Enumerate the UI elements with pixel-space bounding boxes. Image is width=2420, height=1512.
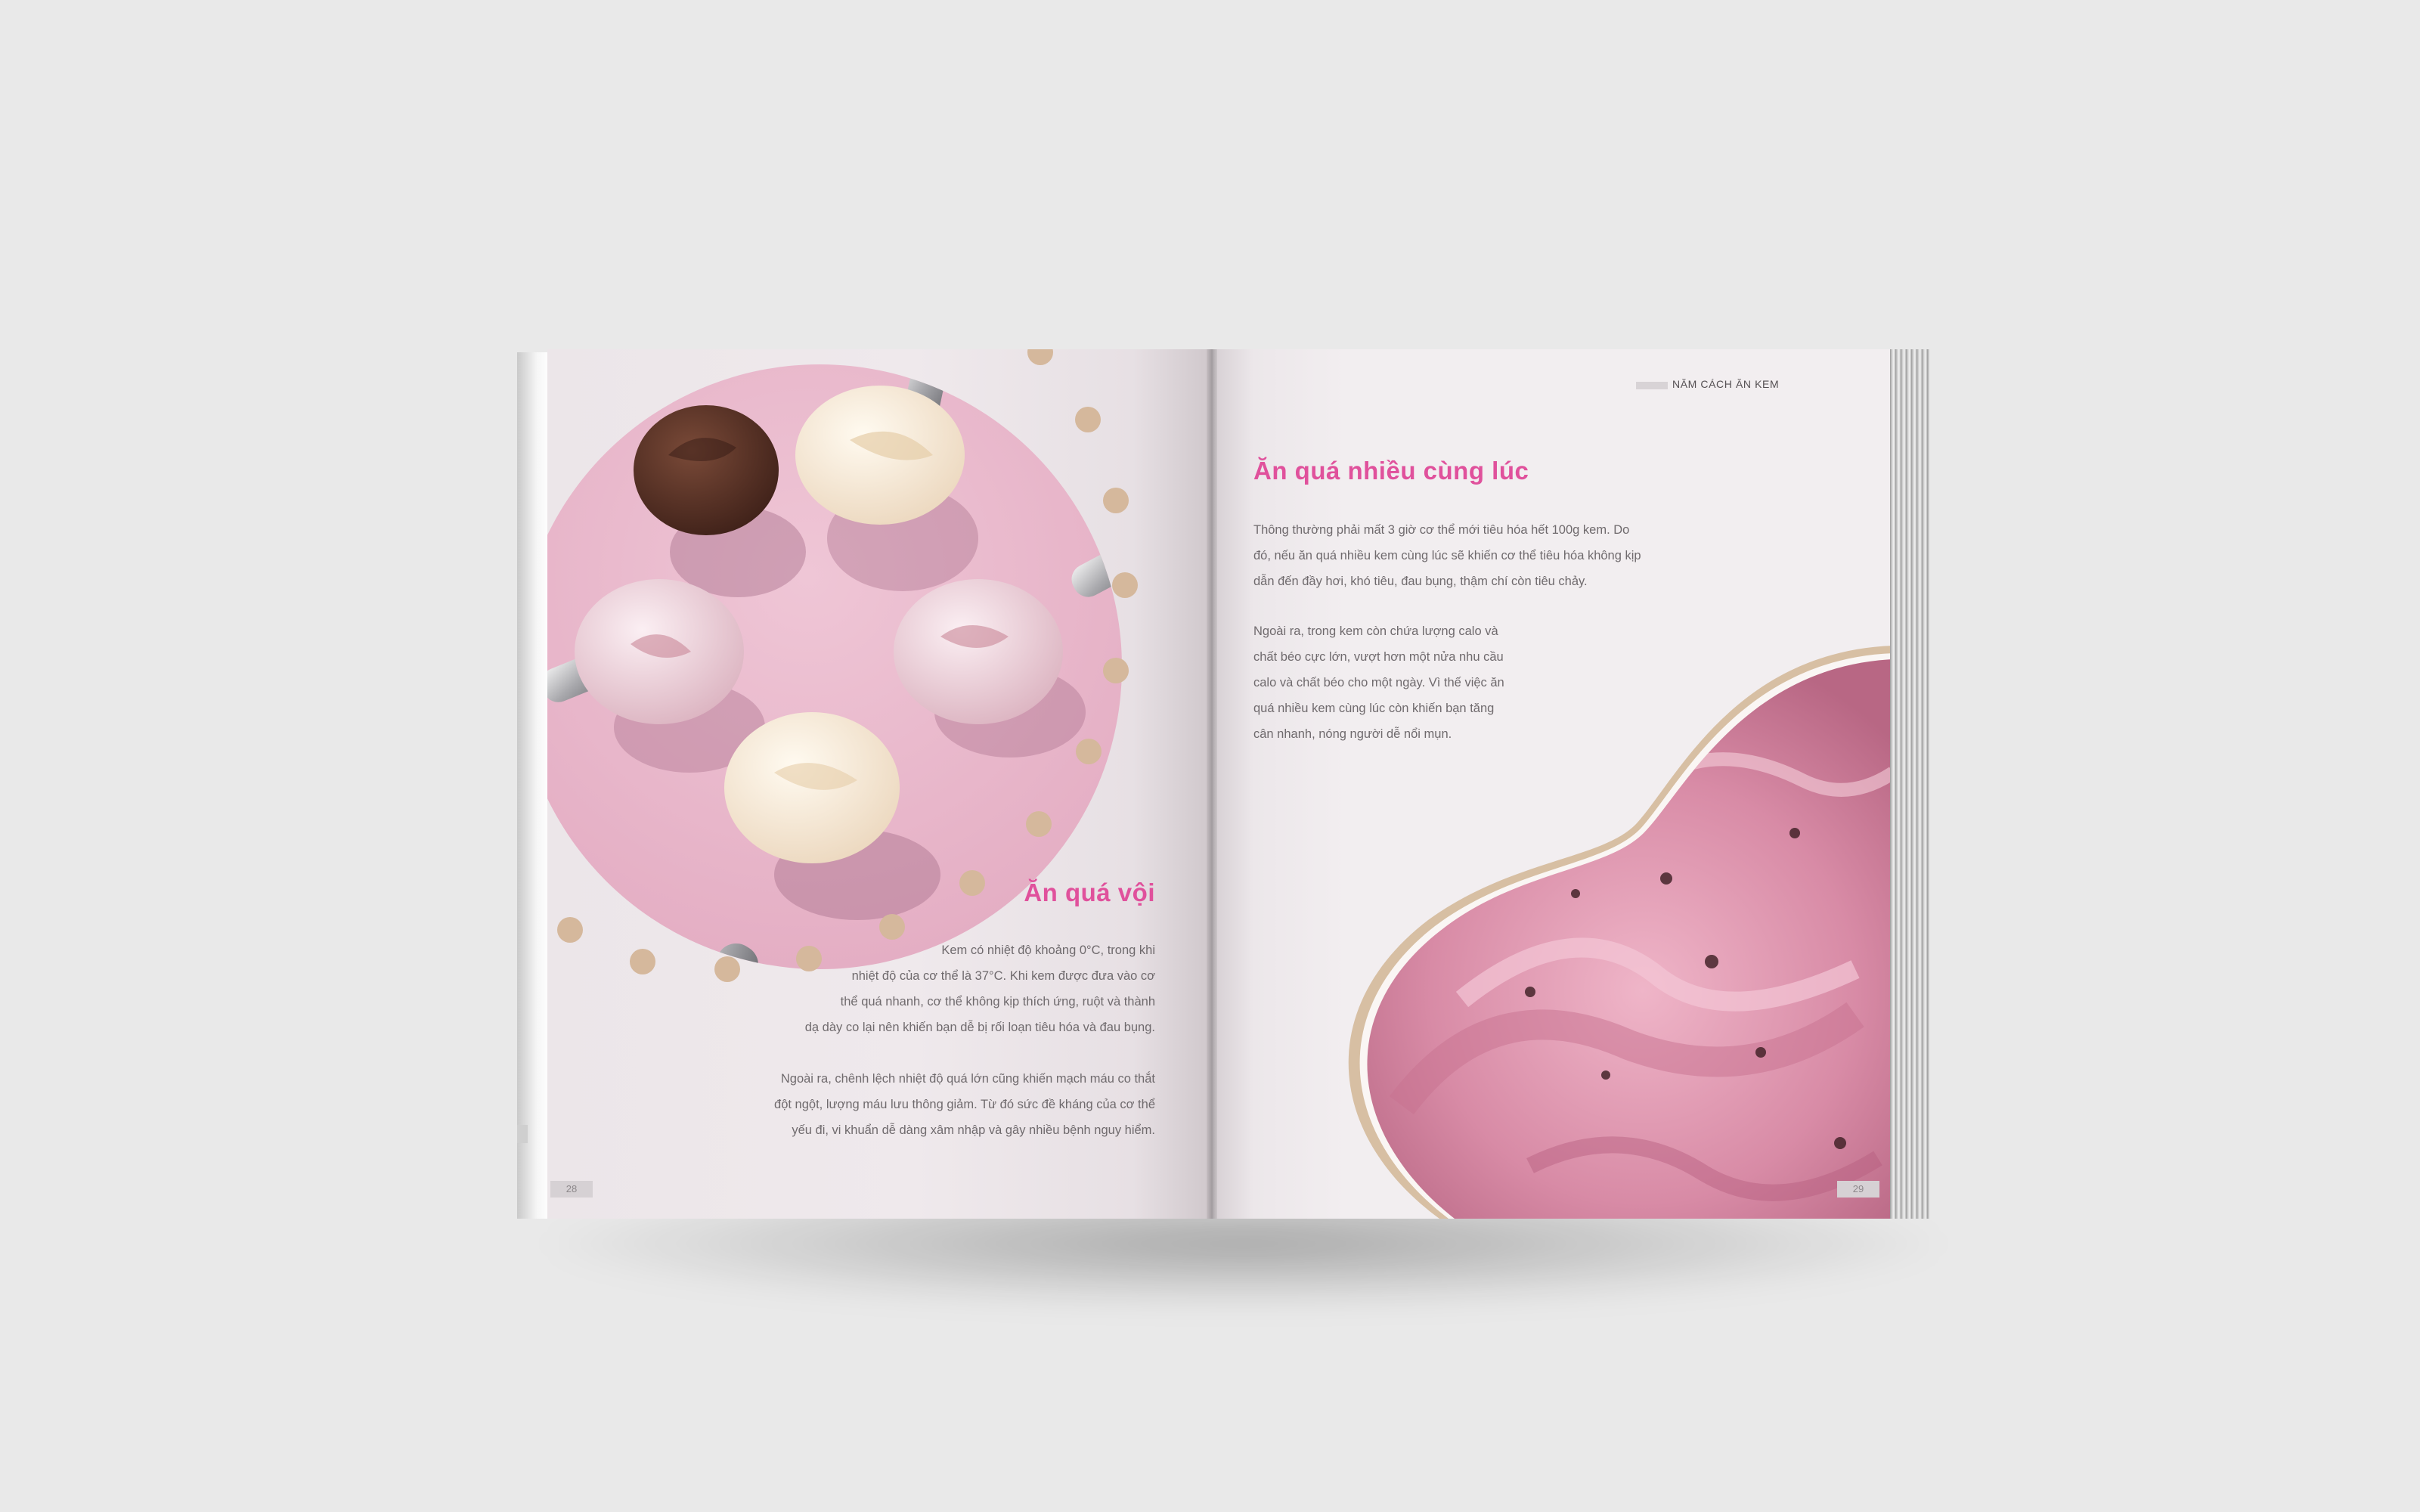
left-page-edge	[517, 352, 550, 1219]
running-header: NĂM CÁCH ĂN KEM	[1672, 378, 1780, 390]
left-page-tab	[517, 1125, 528, 1143]
left-page-title: Ăn quá vội	[1024, 878, 1155, 906]
right-page-paragraph-2: Ngoài ra, trong kem còn chứa lượng calo …	[1253, 624, 1504, 741]
left-page-number: 28	[550, 1181, 593, 1198]
open-book: Ăn quá vội Kem có nhiệt độ khoảng 0°C, t…	[517, 349, 1929, 1219]
book-gutter	[1207, 349, 1217, 1219]
right-page-title: Ăn quá nhiều cùng lúc	[1253, 457, 1529, 485]
left-page: Ăn quá vội Kem có nhiệt độ khoảng 0°C, t…	[547, 349, 1213, 1219]
right-page-paragraph-1: Thông thường phải mất 3 giờ cơ thể mới t…	[1253, 523, 1641, 588]
right-page-edge	[1890, 349, 1929, 1219]
right-page-number: 29	[1837, 1181, 1879, 1198]
left-page-paragraph-1: Kem có nhiệt độ khoảng 0°C, trong khi nh…	[804, 943, 1155, 1034]
left-page-paragraph-2: Ngoài ra, chênh lệch nhiệt độ quá lớn cũ…	[774, 1072, 1155, 1137]
running-header-bar	[1636, 382, 1668, 389]
right-page: NĂM CÁCH ĂN KEM Ăn quá nhiều cùng lúc Th…	[1213, 349, 1893, 1219]
